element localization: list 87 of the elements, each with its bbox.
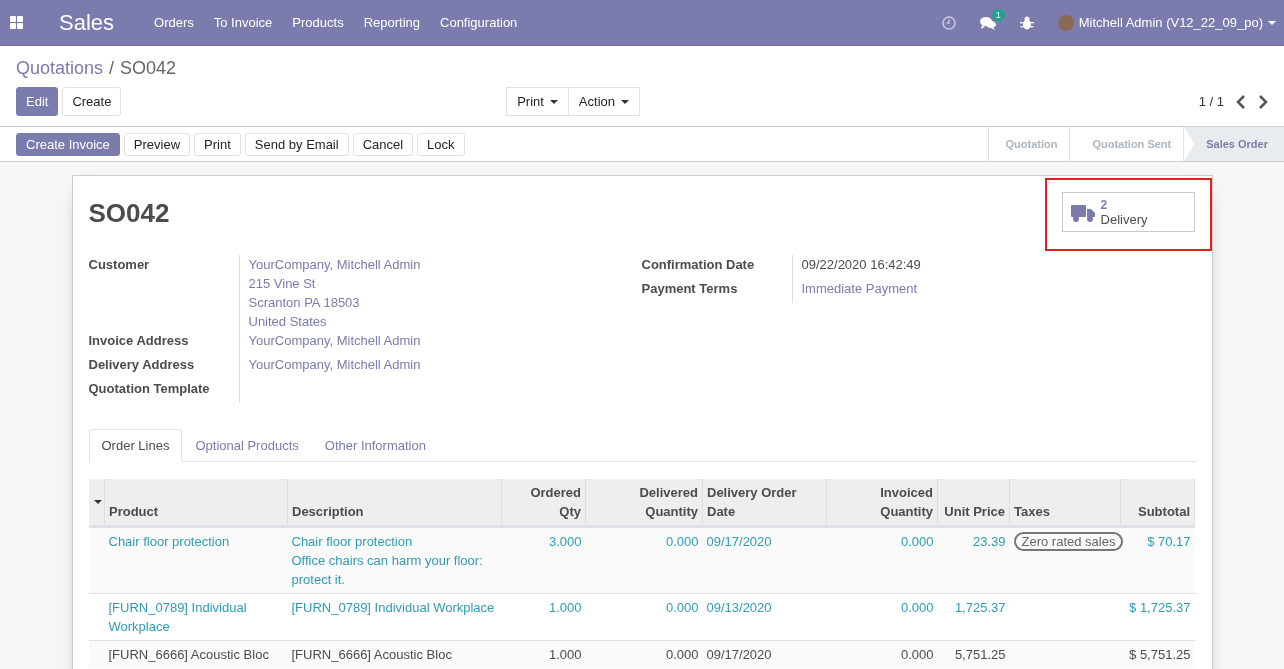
table-cell-text: Chair floor protection: [291, 533, 414, 551]
menu-item[interactable]: Orders: [144, 15, 204, 30]
column-header[interactable]: Taxes: [1009, 479, 1121, 527]
statusbar-button[interactable]: Preview: [123, 132, 191, 156]
user-menu[interactable]: Mitchell Admin (V12_22_09_po): [1078, 15, 1263, 30]
table-cell-text: Office chairs can harm your floor: protect it.: [291, 552, 484, 589]
column-header[interactable]: Delivered Quantity: [585, 479, 703, 527]
field-value: 09/22/2020 16:42:49: [801, 256, 921, 274]
table-cell: [FURN_6666] Acoustic Bloc: [108, 647, 269, 662]
previous-icon[interactable]: [1236, 94, 1246, 109]
statusbar-button[interactable]: Print: [194, 132, 241, 156]
statusbar-button[interactable]: Cancel: [352, 132, 414, 156]
caret-icon[interactable]: [93, 500, 102, 504]
column-header[interactable]: Subtotal: [1120, 479, 1195, 527]
field-label: Confirmation Date: [641, 255, 793, 279]
field-label: Payment Terms: [641, 279, 793, 303]
statusbar-button[interactable]: Lock: [417, 132, 465, 156]
field-link[interactable]: YourCompany, Mitchell Admin: [248, 255, 421, 274]
message-count-badge: 1: [991, 8, 1005, 21]
column-header[interactable]: Invoiced Quantity: [826, 479, 938, 527]
field-link[interactable]: YourCompany, Mitchell Admin: [248, 355, 421, 374]
column-header[interactable]: Delivery Order Date: [702, 479, 827, 527]
field-label: Delivery Address: [88, 355, 240, 379]
field-link[interactable]: Immediate Payment: [801, 279, 918, 298]
delivery-smart-button[interactable]: 2 Delivery: [1061, 192, 1195, 232]
menu-item[interactable]: To Invoice: [203, 15, 283, 30]
create-button[interactable]: Create: [62, 87, 122, 116]
field-link[interactable]: United States: [248, 312, 421, 331]
table-cell: Chair floor protection: [108, 534, 230, 549]
column-header[interactable]: Unit Price: [937, 479, 1010, 527]
chat-icon[interactable]: [979, 15, 996, 30]
table-cell: 09/17/2020: [706, 534, 772, 549]
tab[interactable]: Order Lines: [88, 429, 183, 462]
breadcrumb-link[interactable]: Quotations: [16, 58, 104, 79]
table-cell: 3.000: [548, 534, 582, 549]
table-cell: 09/13/2020: [706, 600, 772, 615]
dropdown-button[interactable]: Action: [568, 87, 640, 116]
menu-item[interactable]: Configuration: [430, 15, 528, 30]
apps-menu-icon[interactable]: [10, 16, 23, 29]
table-cell: 5,751.25: [954, 647, 1006, 662]
clock-icon[interactable]: [941, 15, 956, 30]
next-icon[interactable]: [1258, 94, 1268, 109]
breadcrumb-separator: /: [109, 58, 115, 79]
tab[interactable]: Optional Products: [182, 429, 312, 462]
edit-button[interactable]: Edit: [16, 87, 59, 116]
tab[interactable]: Other Information: [311, 429, 439, 462]
table-cell: [FURN_0789] Individual Workplace: [108, 600, 247, 634]
field-label: Customer: [88, 255, 240, 331]
column-header[interactable]: Product: [104, 479, 288, 527]
dropdown-button[interactable]: Print: [506, 87, 569, 116]
app-title: Sales: [59, 9, 115, 36]
menu-item[interactable]: Products: [282, 15, 354, 30]
table-cell-text: [FURN_0789] Individual Workplace: [291, 599, 496, 617]
statusbar-button[interactable]: Send by Email: [244, 132, 349, 156]
record-title: SO042: [88, 198, 170, 229]
truck-icon: [1070, 203, 1095, 222]
table-cell: 09/17/2020: [706, 647, 772, 662]
table-cell: 0.000: [900, 600, 934, 615]
field-link[interactable]: 215 Vine St: [248, 274, 421, 293]
tax-tag: Zero rated sales: [1013, 532, 1124, 551]
column-header[interactable]: Ordered Qty: [501, 479, 586, 527]
table-cell: 0.000: [665, 647, 699, 662]
table-cell: 0.000: [900, 534, 934, 549]
field-label: Quotation Template: [88, 379, 240, 403]
field-label: Invoice Address: [88, 331, 240, 355]
bug-icon[interactable]: [1019, 15, 1034, 30]
primary-statusbar-button[interactable]: Create Invoice: [16, 132, 120, 156]
table-cell-text: [FURN_6666] Acoustic Bloc: [291, 646, 453, 664]
table-cell: 23.39: [972, 534, 1006, 549]
table-cell: $ 5,751.25: [1129, 647, 1191, 662]
table-cell: 0.000: [665, 600, 699, 615]
table-cell: $ 70.17: [1147, 534, 1191, 549]
caret-icon: [621, 99, 629, 104]
table-cell: 0.000: [900, 647, 934, 662]
breadcrumb-current: SO042: [120, 58, 177, 79]
table-cell: 1.000: [548, 600, 582, 615]
table-cell: 1.000: [548, 647, 582, 662]
caret-icon: [549, 99, 558, 104]
table-cell: $ 1,725.37: [1129, 600, 1191, 615]
status-step[interactable]: Sales Order: [1184, 127, 1284, 161]
field-link[interactable]: Scranton PA 18503: [248, 293, 421, 312]
table-cell: 0.000: [665, 534, 699, 549]
table-cell: 1,725.37: [954, 600, 1006, 615]
menu-item[interactable]: Reporting: [353, 15, 430, 30]
column-header[interactable]: Description: [287, 479, 502, 527]
field-link[interactable]: YourCompany, Mitchell Admin: [248, 331, 421, 350]
pager-value: 1 / 1: [1198, 94, 1224, 109]
